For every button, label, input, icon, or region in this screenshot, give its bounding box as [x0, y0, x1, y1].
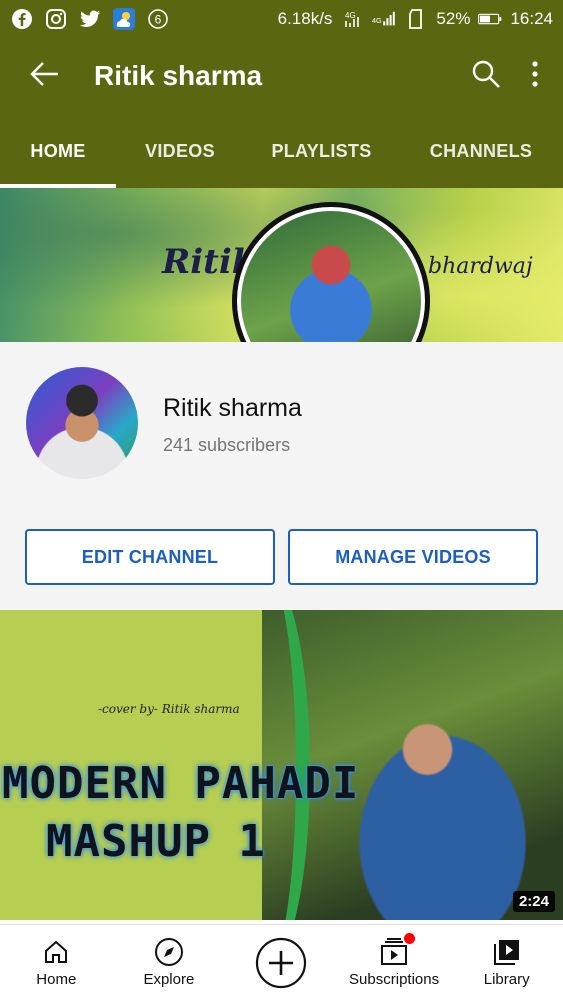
more-options-button[interactable] [531, 60, 539, 93]
home-icon [41, 937, 71, 967]
channel-banner: Ritik bhardwaj [0, 188, 563, 342]
weather-icon [112, 7, 136, 31]
instagram-icon [44, 7, 68, 31]
channel-info: Ritik sharma 241 subscribers EDIT CHANNE… [0, 342, 563, 610]
avatar[interactable] [26, 367, 138, 479]
battery-percent: 52% [436, 9, 471, 28]
notification-dot [404, 933, 416, 944]
subscriptions-icon [379, 933, 416, 967]
channel-tabs: HOME VIDEOS PLAYLISTS CHANNELS [0, 114, 563, 188]
video-duration: 2:24 [512, 891, 555, 912]
arrow-back-icon [30, 61, 60, 92]
app-bar: Ritik sharma [0, 38, 563, 114]
status-bar: 6 6.18k/s 4G 4G 52% 16:24 [0, 0, 563, 38]
svg-text:4G: 4G [372, 16, 382, 25]
video-credit: -cover by- Ritik sharma [98, 702, 240, 716]
svg-text:4G: 4G [345, 11, 356, 20]
create-icon [255, 937, 307, 989]
signal-4g-icon: 4G [340, 7, 364, 31]
notification-count-icon: 6 [146, 7, 170, 31]
clock: 16:24 [510, 9, 553, 28]
search-button[interactable] [471, 59, 501, 94]
video-title-line-1: MODERN PAHADI [2, 758, 360, 809]
search-icon [472, 60, 500, 88]
sim-card-icon [404, 7, 428, 31]
nav-subscriptions-label: Subscriptions [349, 971, 440, 988]
video-title-line-2: MASHUP 1 [46, 816, 266, 867]
nav-subscriptions[interactable]: Subscriptions [338, 925, 451, 1000]
bottom-nav: Home Explore Subscriptions Library [0, 924, 563, 1000]
edit-channel-button[interactable]: EDIT CHANNEL [25, 529, 275, 585]
facebook-icon [10, 7, 34, 31]
video-thumbnail[interactable]: -cover by- Ritik sharma MODERN PAHADI MA… [0, 610, 563, 920]
battery-icon [478, 7, 502, 31]
twitter-icon [78, 7, 102, 31]
tab-playlists[interactable]: PLAYLISTS [244, 114, 399, 188]
nav-create[interactable] [225, 925, 338, 1000]
notification-count: 6 [155, 13, 162, 27]
subscriber-count: 241 subscribers [163, 435, 291, 455]
library-icon [492, 937, 522, 967]
nav-explore-label: Explore [143, 971, 195, 988]
compass-icon [154, 937, 184, 967]
banner-text-right: bhardwaj [428, 254, 533, 279]
back-button[interactable] [0, 38, 90, 114]
nav-home-label: Home [36, 971, 77, 988]
nav-library-label: Library [483, 971, 530, 988]
nav-library[interactable]: Library [450, 925, 563, 1000]
cell-signal-icon: 4G [372, 7, 396, 31]
page-title: Ritik sharma [94, 60, 263, 91]
tab-channels[interactable]: CHANNELS [399, 114, 563, 188]
manage-videos-button[interactable]: MANAGE VIDEOS [288, 529, 538, 585]
channel-name: Ritik sharma [163, 394, 302, 422]
nav-home[interactable]: Home [0, 925, 113, 1000]
more-vert-icon [532, 60, 538, 87]
network-speed: 6.18k/s [277, 9, 333, 28]
tab-videos[interactable]: VIDEOS [116, 114, 244, 188]
nav-explore[interactable]: Explore [113, 925, 226, 1000]
tab-home[interactable]: HOME [0, 114, 116, 188]
